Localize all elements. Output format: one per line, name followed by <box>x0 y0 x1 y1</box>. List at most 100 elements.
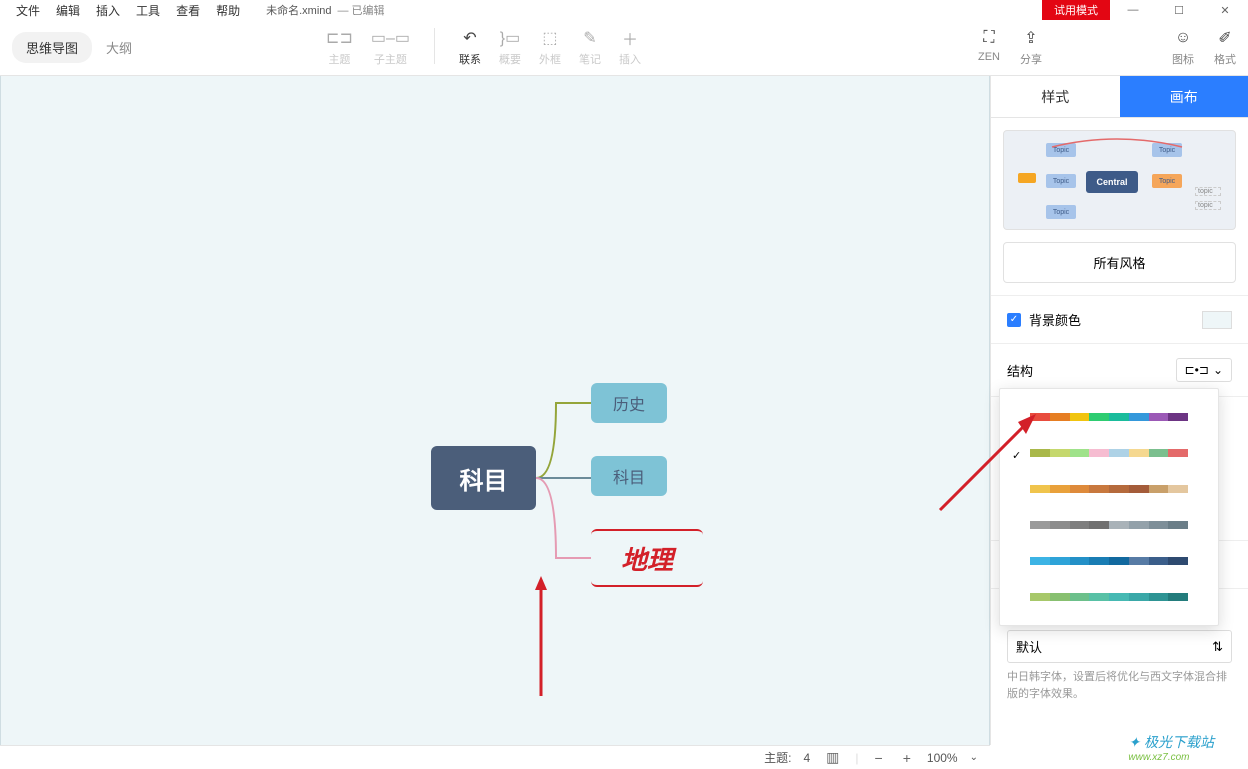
preview-topic: Topic <box>1046 205 1076 219</box>
palette-color <box>1149 449 1169 457</box>
menu-file[interactable]: 文件 <box>8 0 48 21</box>
palette-color <box>1089 593 1109 601</box>
tool-format-label: 格式 <box>1214 51 1236 67</box>
zoom-out-button[interactable]: − <box>871 750 887 766</box>
tool-subtopic[interactable]: ▭–▭ 子主题 <box>371 28 410 67</box>
status-topic-count: 4 <box>803 751 810 765</box>
minimize-button[interactable]: — <box>1110 0 1156 20</box>
tool-relation-label: 联系 <box>459 51 481 67</box>
palette-color <box>1050 521 1070 529</box>
structure-select[interactable]: ⊏•⊐ ⌄ <box>1176 358 1232 382</box>
palette-color <box>1129 413 1149 421</box>
node-child-1[interactable]: 历史 <box>591 383 667 423</box>
palette-color <box>1109 593 1129 601</box>
structure-icon: ⊏•⊐ <box>1185 363 1209 377</box>
palette-option-1[interactable] <box>1030 435 1188 471</box>
zoom-level[interactable]: 100% <box>927 751 958 765</box>
chevron-down-icon[interactable]: ⌄ <box>970 752 978 763</box>
chevron-down-icon: ⌄ <box>1213 363 1223 377</box>
palette-color <box>1070 449 1090 457</box>
maximize-button[interactable]: ☐ <box>1156 0 1202 20</box>
tool-icons[interactable]: ☺ 图标 <box>1172 28 1194 67</box>
palette-color <box>1109 449 1129 457</box>
view-mindmap-button[interactable]: 思维导图 <box>12 32 92 63</box>
node-central[interactable]: 科目 <box>431 446 536 510</box>
view-outline-button[interactable]: 大纲 <box>92 32 146 63</box>
palette-color <box>1168 413 1188 421</box>
palette-color <box>1129 521 1149 529</box>
mindmap-canvas[interactable]: 科目 历史 科目 地理 <box>0 76 990 745</box>
palette-color <box>1070 485 1090 493</box>
tool-insert[interactable]: ＋ 插入 <box>619 28 641 67</box>
tool-note-label: 笔记 <box>579 51 601 67</box>
tool-zen[interactable]: ⛶ ZEN <box>978 28 1000 67</box>
structure-label: 结构 <box>1007 361 1033 380</box>
tool-share[interactable]: ⇪ 分享 <box>1020 28 1042 67</box>
palette-option-4[interactable] <box>1030 543 1188 579</box>
palette-color <box>1109 485 1129 493</box>
tool-boundary-label: 外框 <box>539 51 561 67</box>
palette-color <box>1070 593 1090 601</box>
map-overview-icon[interactable]: ▥ <box>822 749 843 766</box>
note-icon: ✎ <box>583 28 596 48</box>
menu-tools[interactable]: 工具 <box>128 0 168 21</box>
tool-summary[interactable]: }▭ 概要 <box>499 28 521 67</box>
preview-topic: Topic <box>1046 143 1076 157</box>
tool-topic[interactable]: ⊏⊐ 主题 <box>326 28 353 67</box>
menu-edit[interactable]: 编辑 <box>48 0 88 21</box>
tool-format[interactable]: ✐ 格式 <box>1214 28 1236 67</box>
palette-color <box>1129 557 1149 565</box>
palette-option-0[interactable] <box>1030 399 1188 435</box>
menu-insert[interactable]: 插入 <box>88 0 128 21</box>
tab-style[interactable]: 样式 <box>991 76 1120 117</box>
palette-option-5[interactable] <box>1030 579 1188 615</box>
palette-color <box>1050 485 1070 493</box>
palette-color <box>1089 413 1109 421</box>
palette-option-2[interactable] <box>1030 471 1188 507</box>
node-child-2[interactable]: 科目 <box>591 456 667 496</box>
palette-color <box>1030 557 1050 565</box>
palette-color <box>1050 593 1070 601</box>
palette-color <box>1030 413 1050 421</box>
palette-color <box>1109 413 1129 421</box>
style-preview[interactable]: Topic Topic Topic Central Topic Topic to… <box>1003 130 1236 230</box>
palette-option-3[interactable] <box>1030 507 1188 543</box>
stepper-icon: ⇅ <box>1212 639 1223 655</box>
cjk-font-description: 中日韩字体，设置后将优化与西文字体混合排版的字体效果。 <box>1007 669 1232 702</box>
palette-color <box>1070 557 1090 565</box>
preview-central: Central <box>1086 171 1138 193</box>
bg-color-checkbox[interactable]: ✓ <box>1007 313 1021 327</box>
palette-color <box>1089 485 1109 493</box>
palette-color <box>1129 485 1149 493</box>
boundary-icon: ⬚ <box>542 28 557 48</box>
palette-color <box>1109 557 1129 565</box>
menu-view[interactable]: 查看 <box>168 0 208 21</box>
summary-icon: }▭ <box>500 28 520 48</box>
color-scheme-popup <box>999 388 1219 626</box>
tab-canvas[interactable]: 画布 <box>1120 76 1248 117</box>
all-styles-button[interactable]: 所有风格 <box>1003 242 1236 283</box>
smiley-icon: ☺ <box>1175 28 1191 48</box>
zoom-in-button[interactable]: + <box>899 750 915 766</box>
menu-help[interactable]: 帮助 <box>208 0 248 21</box>
palette-color <box>1030 593 1050 601</box>
preview-topic: Topic <box>1046 174 1076 188</box>
tool-note[interactable]: ✎ 笔记 <box>579 28 601 67</box>
tool-relation[interactable]: ↶ 联系 <box>459 28 481 67</box>
relation-icon: ↶ <box>463 28 476 48</box>
palette-color <box>1129 449 1149 457</box>
trial-mode-badge[interactable]: 试用模式 <box>1042 0 1110 20</box>
menu-bar: 文件 编辑 插入 工具 查看 帮助 <box>0 0 248 21</box>
toolbar-separator <box>434 28 435 64</box>
palette-color <box>1030 485 1050 493</box>
close-button[interactable]: ✕ <box>1202 0 1248 20</box>
node-child-3[interactable]: 地理 <box>591 529 703 587</box>
share-icon: ⇪ <box>1024 28 1037 48</box>
tool-zen-label: ZEN <box>978 51 1000 63</box>
cjk-font-select[interactable]: 默认 ⇅ <box>1007 630 1232 663</box>
bg-color-swatch[interactable] <box>1202 311 1232 329</box>
palette-color <box>1030 449 1050 457</box>
palette-color <box>1149 593 1169 601</box>
tool-boundary[interactable]: ⬚ 外框 <box>539 28 561 67</box>
preview-topic: Topic <box>1152 143 1182 157</box>
